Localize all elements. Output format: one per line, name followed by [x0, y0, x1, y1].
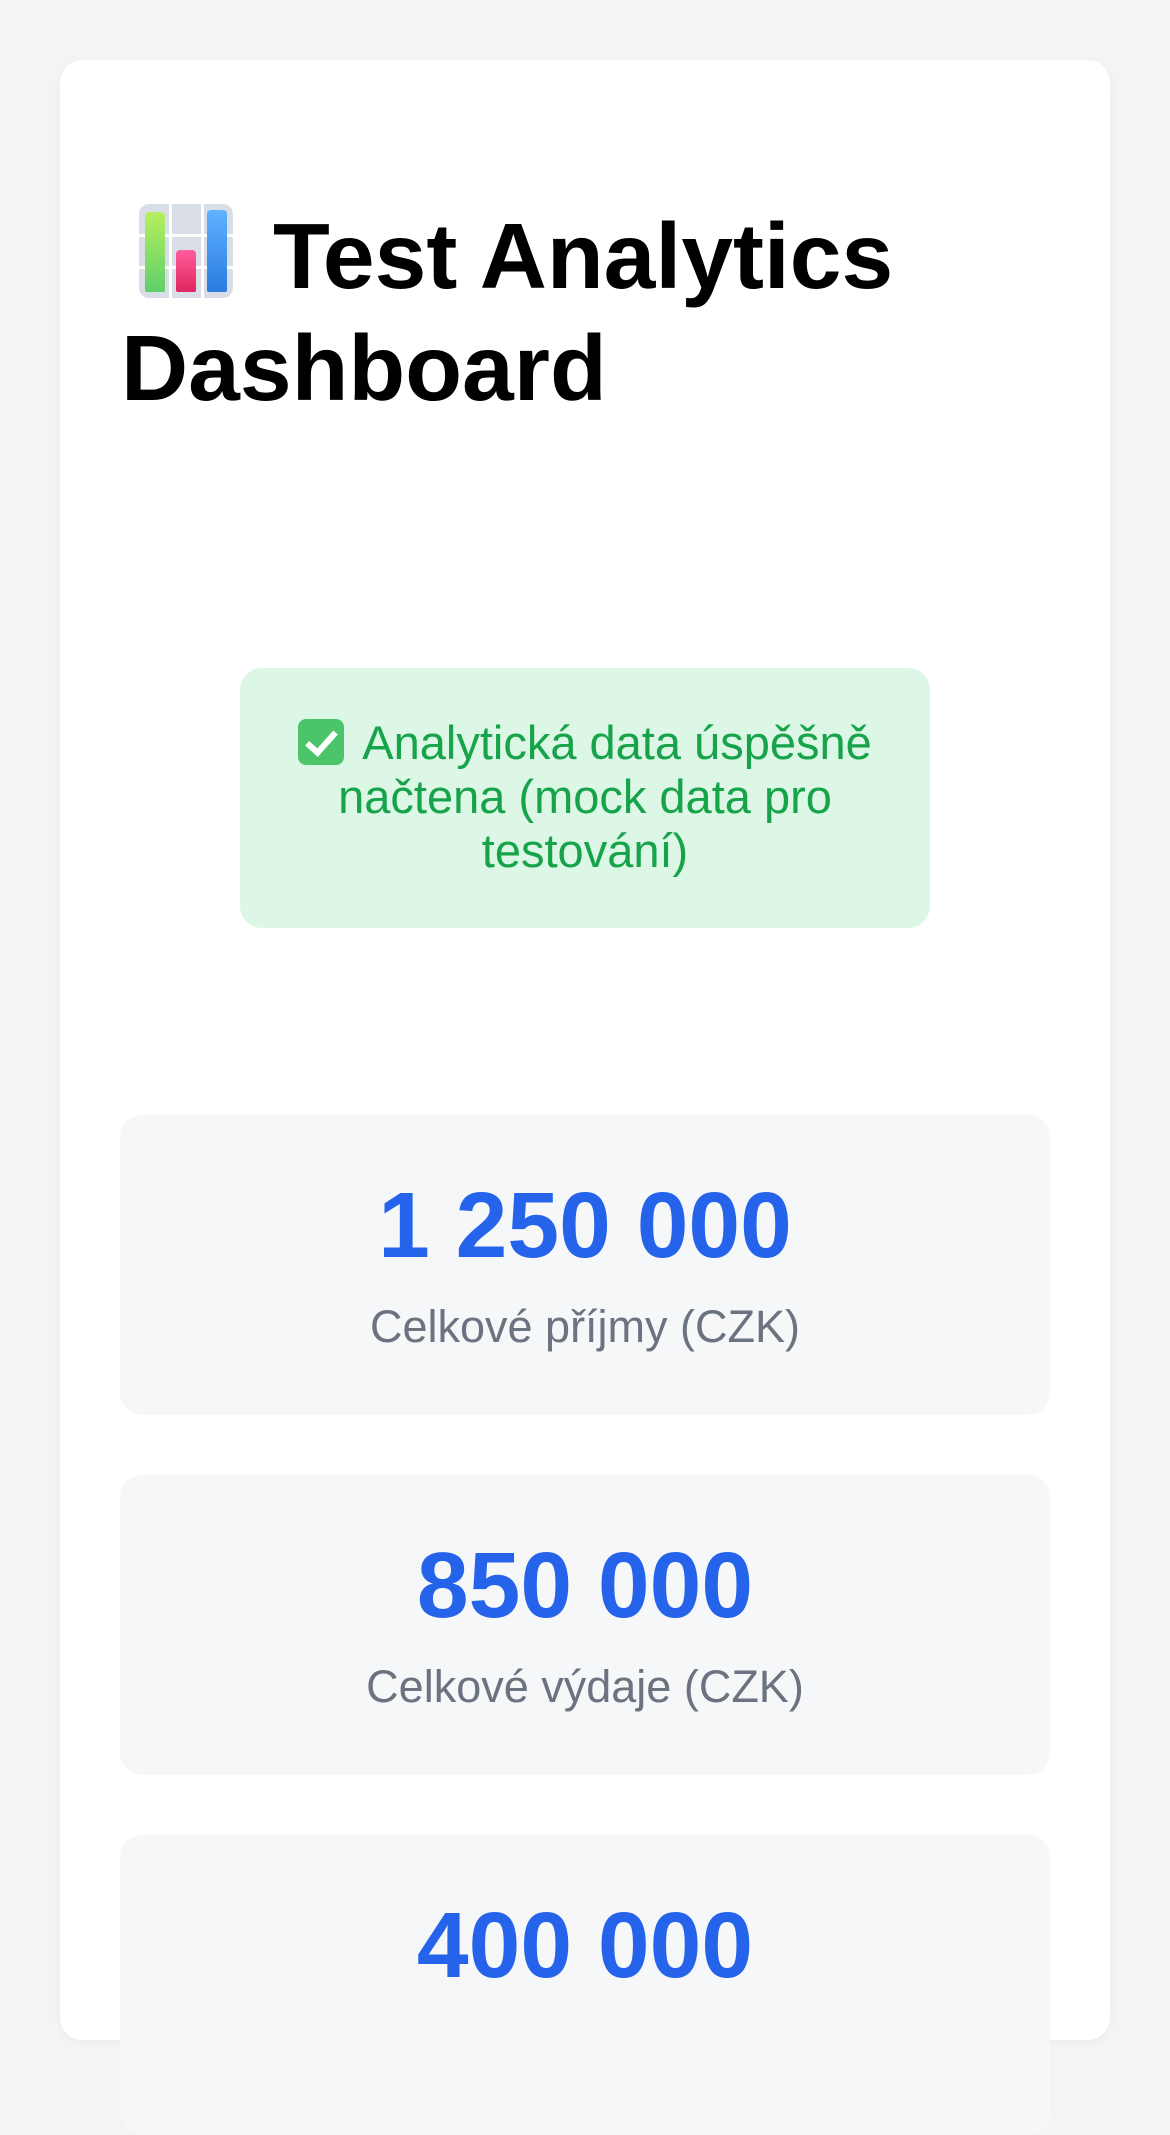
stat-card-profit: 400 000	[120, 1835, 1050, 2135]
stat-value: 850 000	[416, 1533, 754, 1637]
bar-chart-icon	[139, 204, 233, 298]
stat-value: 400 000	[416, 1893, 754, 1997]
stat-label: Celkové výdaje (CZK)	[366, 1661, 804, 1712]
status-message-text: Analytická data úspěšně načtena (mock da…	[338, 716, 872, 877]
stat-label: Celkové příjmy (CZK)	[369, 1301, 801, 1352]
status-message: Analytická data úspěšně načtena (mock da…	[240, 668, 930, 928]
page-title: Test Analytics Dashboard	[121, 200, 1021, 424]
stat-value: 1 250 000	[378, 1173, 792, 1277]
stat-card-expenses: 850 000 Celkové výdaje (CZK)	[120, 1475, 1050, 1775]
check-mark-button-icon	[298, 719, 345, 765]
dashboard-card: Test Analytics Dashboard Analytická data…	[60, 60, 1110, 2135]
page-title-text: Test Analytics Dashboard	[121, 204, 894, 420]
stat-card-income: 1 250 000 Celkové příjmy (CZK)	[120, 1115, 1050, 1415]
